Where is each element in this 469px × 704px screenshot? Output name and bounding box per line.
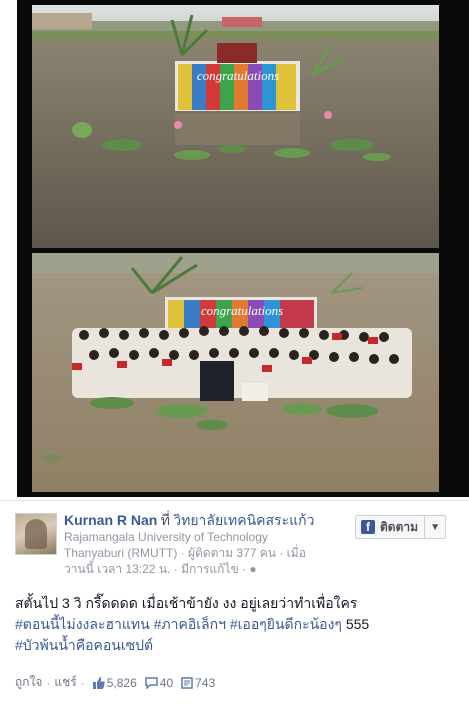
chevron-down-icon[interactable]: ▼: [425, 516, 445, 538]
hashtag-link[interactable]: #ตอนนี้ไม่งงละฮาแทน: [15, 616, 150, 632]
thumbs-up-icon: [92, 676, 105, 689]
post-actions: ถูกใจ · แชร์ · 5,826 40 743: [15, 673, 215, 692]
like-link[interactable]: ถูกใจ: [15, 673, 42, 692]
facebook-icon: f: [361, 520, 375, 534]
post-photo-bottom[interactable]: congratulations: [32, 253, 439, 492]
share-count-value: 743: [195, 675, 216, 690]
message-tail: 555: [345, 616, 370, 632]
facebook-post: congratulations congratulations Kurnan R…: [0, 0, 469, 703]
hashtag-link[interactable]: #เออๆยินดีกะน้องๆ: [230, 616, 342, 632]
like-count-value: 5,826: [106, 675, 137, 690]
audience-icon: ●: [249, 562, 257, 576]
at-word: ที่: [160, 512, 170, 528]
comment-count-value: 40: [159, 675, 174, 690]
place-link[interactable]: วิทยาลัยเทคนิคสระแก้ว: [173, 512, 314, 528]
follow-button-group: f ติดตาม ▼: [355, 515, 447, 539]
post-message: สตั้นไป 3 วิ กรี๊ดดดด เมื่อเช้าข้ายัง งง…: [15, 593, 455, 656]
banner-text: congratulations: [197, 68, 279, 83]
institution-line1[interactable]: Rajamangala University of Technology: [64, 530, 268, 544]
comment-count[interactable]: 40: [145, 676, 173, 690]
banner-text: congratulations: [201, 303, 283, 318]
post-photo-top[interactable]: congratulations: [32, 5, 439, 248]
hashtag-link[interactable]: #บัวพ้นน้ำคือคอนเซปต์: [15, 637, 153, 653]
message-line1: สตั้นไป 3 วิ กรี๊ดดดด เมื่อเช้าข้ายัง งง…: [15, 595, 358, 611]
message-line2: #ตอนนี้ไม่งงละฮาแทน #ภาคอิเล็กฯ #เออๆยิน…: [15, 614, 455, 635]
share-icon: [181, 676, 193, 689]
post-meta: Kurnan R Nan ที่ วิทยาลัยเทคนิคสระแก้ว R…: [0, 500, 469, 704]
avatar[interactable]: [15, 513, 57, 555]
share-link[interactable]: แชร์: [54, 673, 76, 692]
followers-count: · ผู้ติดตาม 377 คน · เมื่อ: [180, 546, 306, 560]
edited-link[interactable]: · มีการแก้ไข ·: [174, 562, 246, 576]
comment-icon: [145, 676, 158, 689]
author-name[interactable]: Kurnan R Nan: [64, 512, 157, 528]
message-line3: #บัวพ้นน้ำคือคอนเซปต์: [15, 635, 455, 656]
share-count[interactable]: 743: [181, 676, 215, 690]
hashtag-link[interactable]: #ภาคอิเล็กฯ: [154, 616, 226, 632]
like-count[interactable]: 5,826: [92, 676, 137, 690]
timestamp[interactable]: วานนี้ เวลา 13:22 น.: [64, 562, 170, 576]
follow-button[interactable]: f ติดตาม: [356, 516, 426, 538]
institution-line2[interactable]: Thanyaburi (RMUTT): [64, 546, 177, 560]
avatar-figure: [25, 519, 47, 549]
post-header: Kurnan R Nan ที่ วิทยาลัยเทคนิคสระแก้ว R…: [64, 512, 324, 577]
follow-label: ติดตาม: [380, 519, 419, 534]
